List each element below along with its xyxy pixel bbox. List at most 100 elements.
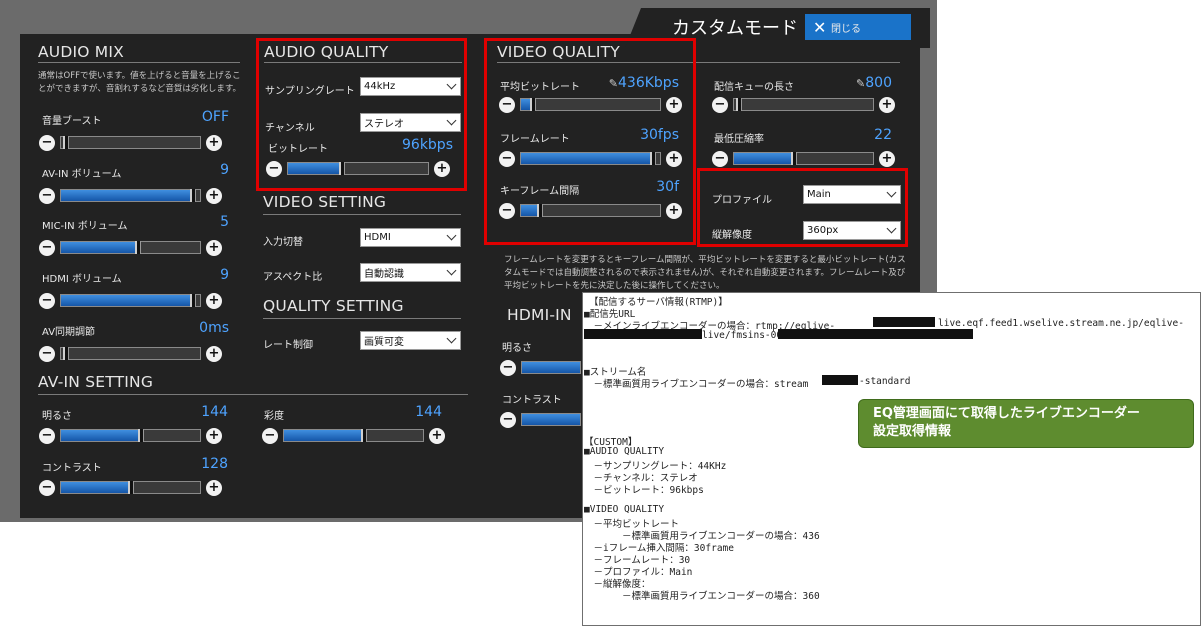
queue-length-minus-button[interactable]: − xyxy=(712,97,728,113)
audio-mix-row-label: 音量ブースト xyxy=(42,116,102,127)
divider xyxy=(263,318,461,319)
hdmi-contrast-minus-button[interactable]: − xyxy=(500,412,516,428)
min-compression-plus-button[interactable]: + xyxy=(879,151,895,167)
redaction-bar xyxy=(873,317,935,327)
audio-mix-heading: AUDIO MIX xyxy=(38,43,124,61)
queue-length-value: ✎800 xyxy=(830,75,892,91)
video-setting-heading: VIDEO SETTING xyxy=(263,193,387,211)
video-quality-note: フレームレートを変更するとキーフレーム間隔が、平均ビットレートを変更すると最小ビ… xyxy=(504,255,906,291)
av-brightness-label: 明るさ xyxy=(42,411,72,422)
audio-mix-row-label: AV-IN ボリューム xyxy=(42,169,122,180)
av-brightness-slider[interactable] xyxy=(60,429,201,442)
av-contrast-slider[interactable] xyxy=(60,481,201,494)
highlight-profile-resolution xyxy=(697,168,908,247)
redaction-bar xyxy=(584,329,702,339)
document-line: ■VIDEO QUALITY xyxy=(584,504,665,515)
av-contrast-value: 128 xyxy=(201,456,228,472)
min-compression-slider-thumb[interactable] xyxy=(791,152,798,165)
audio-mix-row-1-plus-button[interactable]: + xyxy=(206,188,222,204)
hdmi-in-heading: HDMI-IN xyxy=(507,306,572,324)
audio-mix-note: 通常はOFFで使います。値を上げると音量を上げることができますが、音割れするなど… xyxy=(38,71,241,94)
hdmi-brightness-slider[interactable] xyxy=(521,361,581,374)
callout-line-2: 設定取得情報 xyxy=(873,424,952,439)
av-contrast-slider-thumb[interactable] xyxy=(127,481,134,494)
audio-mix-row-0-slider-thumb[interactable] xyxy=(63,136,69,149)
divider xyxy=(38,394,468,395)
queue-length-slider-thumb[interactable] xyxy=(736,98,742,111)
audio-mix-row-value: 9 xyxy=(220,267,229,283)
aspect-value: 自動認識 xyxy=(364,269,404,280)
pencil-icon[interactable]: ✎ xyxy=(856,77,865,90)
aspect-select[interactable]: 自動認識 xyxy=(360,263,461,282)
callout-box: EQ管理画面にて取得したライブエンコーダー 設定取得情報 xyxy=(858,399,1194,448)
av-brightness-minus-button[interactable]: − xyxy=(39,428,55,444)
audio-mix-row-3-slider-fill xyxy=(61,295,196,306)
divider xyxy=(38,62,240,63)
close-button[interactable]: ✕ 閉じる xyxy=(805,14,911,40)
audio-mix-row-value: 9 xyxy=(220,162,229,178)
audio-mix-row-value: 0ms xyxy=(199,320,229,336)
av-saturation-value: 144 xyxy=(415,404,442,420)
audio-mix-row-4-slider[interactable] xyxy=(60,347,201,360)
audio-mix-row-1-slider-fill xyxy=(61,190,196,201)
queue-length-slider[interactable] xyxy=(733,98,874,111)
aspect-label: アスペクト比 xyxy=(263,272,323,283)
av-saturation-slider[interactable] xyxy=(283,429,424,442)
audio-mix-row-0-minus-button[interactable]: − xyxy=(39,135,55,151)
av-saturation-minus-button[interactable]: − xyxy=(262,428,278,444)
rate-control-select[interactable]: 画質可変 xyxy=(360,331,461,350)
input-select[interactable]: HDMI xyxy=(360,228,461,247)
document-line: live.eqf.feed1.wselive.stream.ne.jp/eqli… xyxy=(938,318,1184,329)
hdmi-contrast-label: コントラスト xyxy=(502,395,562,406)
queue-length-plus-button[interactable]: + xyxy=(879,97,895,113)
audio-mix-row-3-plus-button[interactable]: + xyxy=(206,293,222,309)
hdmi-contrast-slider[interactable] xyxy=(521,413,581,426)
document-line: －標準画質用ライブエンコーダーの場合：stream xyxy=(584,379,809,390)
av-brightness-slider-thumb[interactable] xyxy=(138,429,145,442)
av-saturation-plus-button[interactable]: + xyxy=(429,428,445,444)
audio-mix-row-0-slider[interactable] xyxy=(60,136,201,149)
queue-length-label: 配信キューの長さ xyxy=(714,82,794,93)
rate-control-value: 画質可変 xyxy=(364,337,404,348)
audio-mix-row-label: MIC-IN ボリューム xyxy=(42,221,128,232)
audio-mix-row-1-slider[interactable] xyxy=(60,189,201,202)
document-line: －ビットレート：96kbps xyxy=(584,485,704,496)
divider xyxy=(263,214,461,215)
av-saturation-slider-thumb[interactable] xyxy=(361,429,368,442)
audio-mix-row-3-slider[interactable] xyxy=(60,294,201,307)
audio-mix-row-label: AV同期調節 xyxy=(42,327,96,338)
audio-mix-row-2-plus-button[interactable]: + xyxy=(206,240,222,256)
chevron-down-icon xyxy=(446,265,457,276)
hdmi-brightness-minus-button[interactable]: − xyxy=(500,360,516,376)
av-contrast-minus-button[interactable]: − xyxy=(39,480,55,496)
min-compression-slider-fill xyxy=(734,153,794,164)
audio-mix-row-0-plus-button[interactable]: + xyxy=(206,135,222,151)
audio-mix-row-2-slider[interactable] xyxy=(60,241,201,254)
audio-mix-row-2-slider-thumb[interactable] xyxy=(135,241,142,254)
redaction-bar xyxy=(822,375,858,385)
av-brightness-value: 144 xyxy=(201,404,228,420)
audio-mix-row-2-slider-fill xyxy=(61,242,139,253)
av-in-setting-heading: AV-IN SETTING xyxy=(38,373,154,391)
queue-length-text: 800 xyxy=(865,75,892,91)
audio-mix-row-1-slider-thumb[interactable] xyxy=(190,189,196,202)
callout-line-1: EQ管理画面にて取得したライブエンコーダー xyxy=(873,406,1140,421)
av-brightness-slider-fill xyxy=(61,430,142,441)
audio-mix-row-4-plus-button[interactable]: + xyxy=(206,346,222,362)
audio-mix-row-2-minus-button[interactable]: − xyxy=(39,240,55,256)
av-contrast-plus-button[interactable]: + xyxy=(206,480,222,496)
audio-mix-row-3-slider-thumb[interactable] xyxy=(190,294,196,307)
rate-control-label: レート制御 xyxy=(263,340,313,351)
document-line: -standard xyxy=(859,376,911,387)
redaction-bar xyxy=(778,329,973,339)
audio-mix-row-value: 5 xyxy=(220,214,229,230)
min-compression-slider[interactable] xyxy=(733,152,874,165)
audio-mix-row-3-minus-button[interactable]: − xyxy=(39,293,55,309)
document-line: ■AUDIO QUALITY xyxy=(584,446,665,457)
audio-mix-row-4-minus-button[interactable]: − xyxy=(39,346,55,362)
min-compression-minus-button[interactable]: − xyxy=(712,151,728,167)
av-brightness-plus-button[interactable]: + xyxy=(206,428,222,444)
min-compression-label: 最低圧縮率 xyxy=(714,134,764,145)
audio-mix-row-1-minus-button[interactable]: − xyxy=(39,188,55,204)
audio-mix-row-4-slider-thumb[interactable] xyxy=(63,347,69,360)
